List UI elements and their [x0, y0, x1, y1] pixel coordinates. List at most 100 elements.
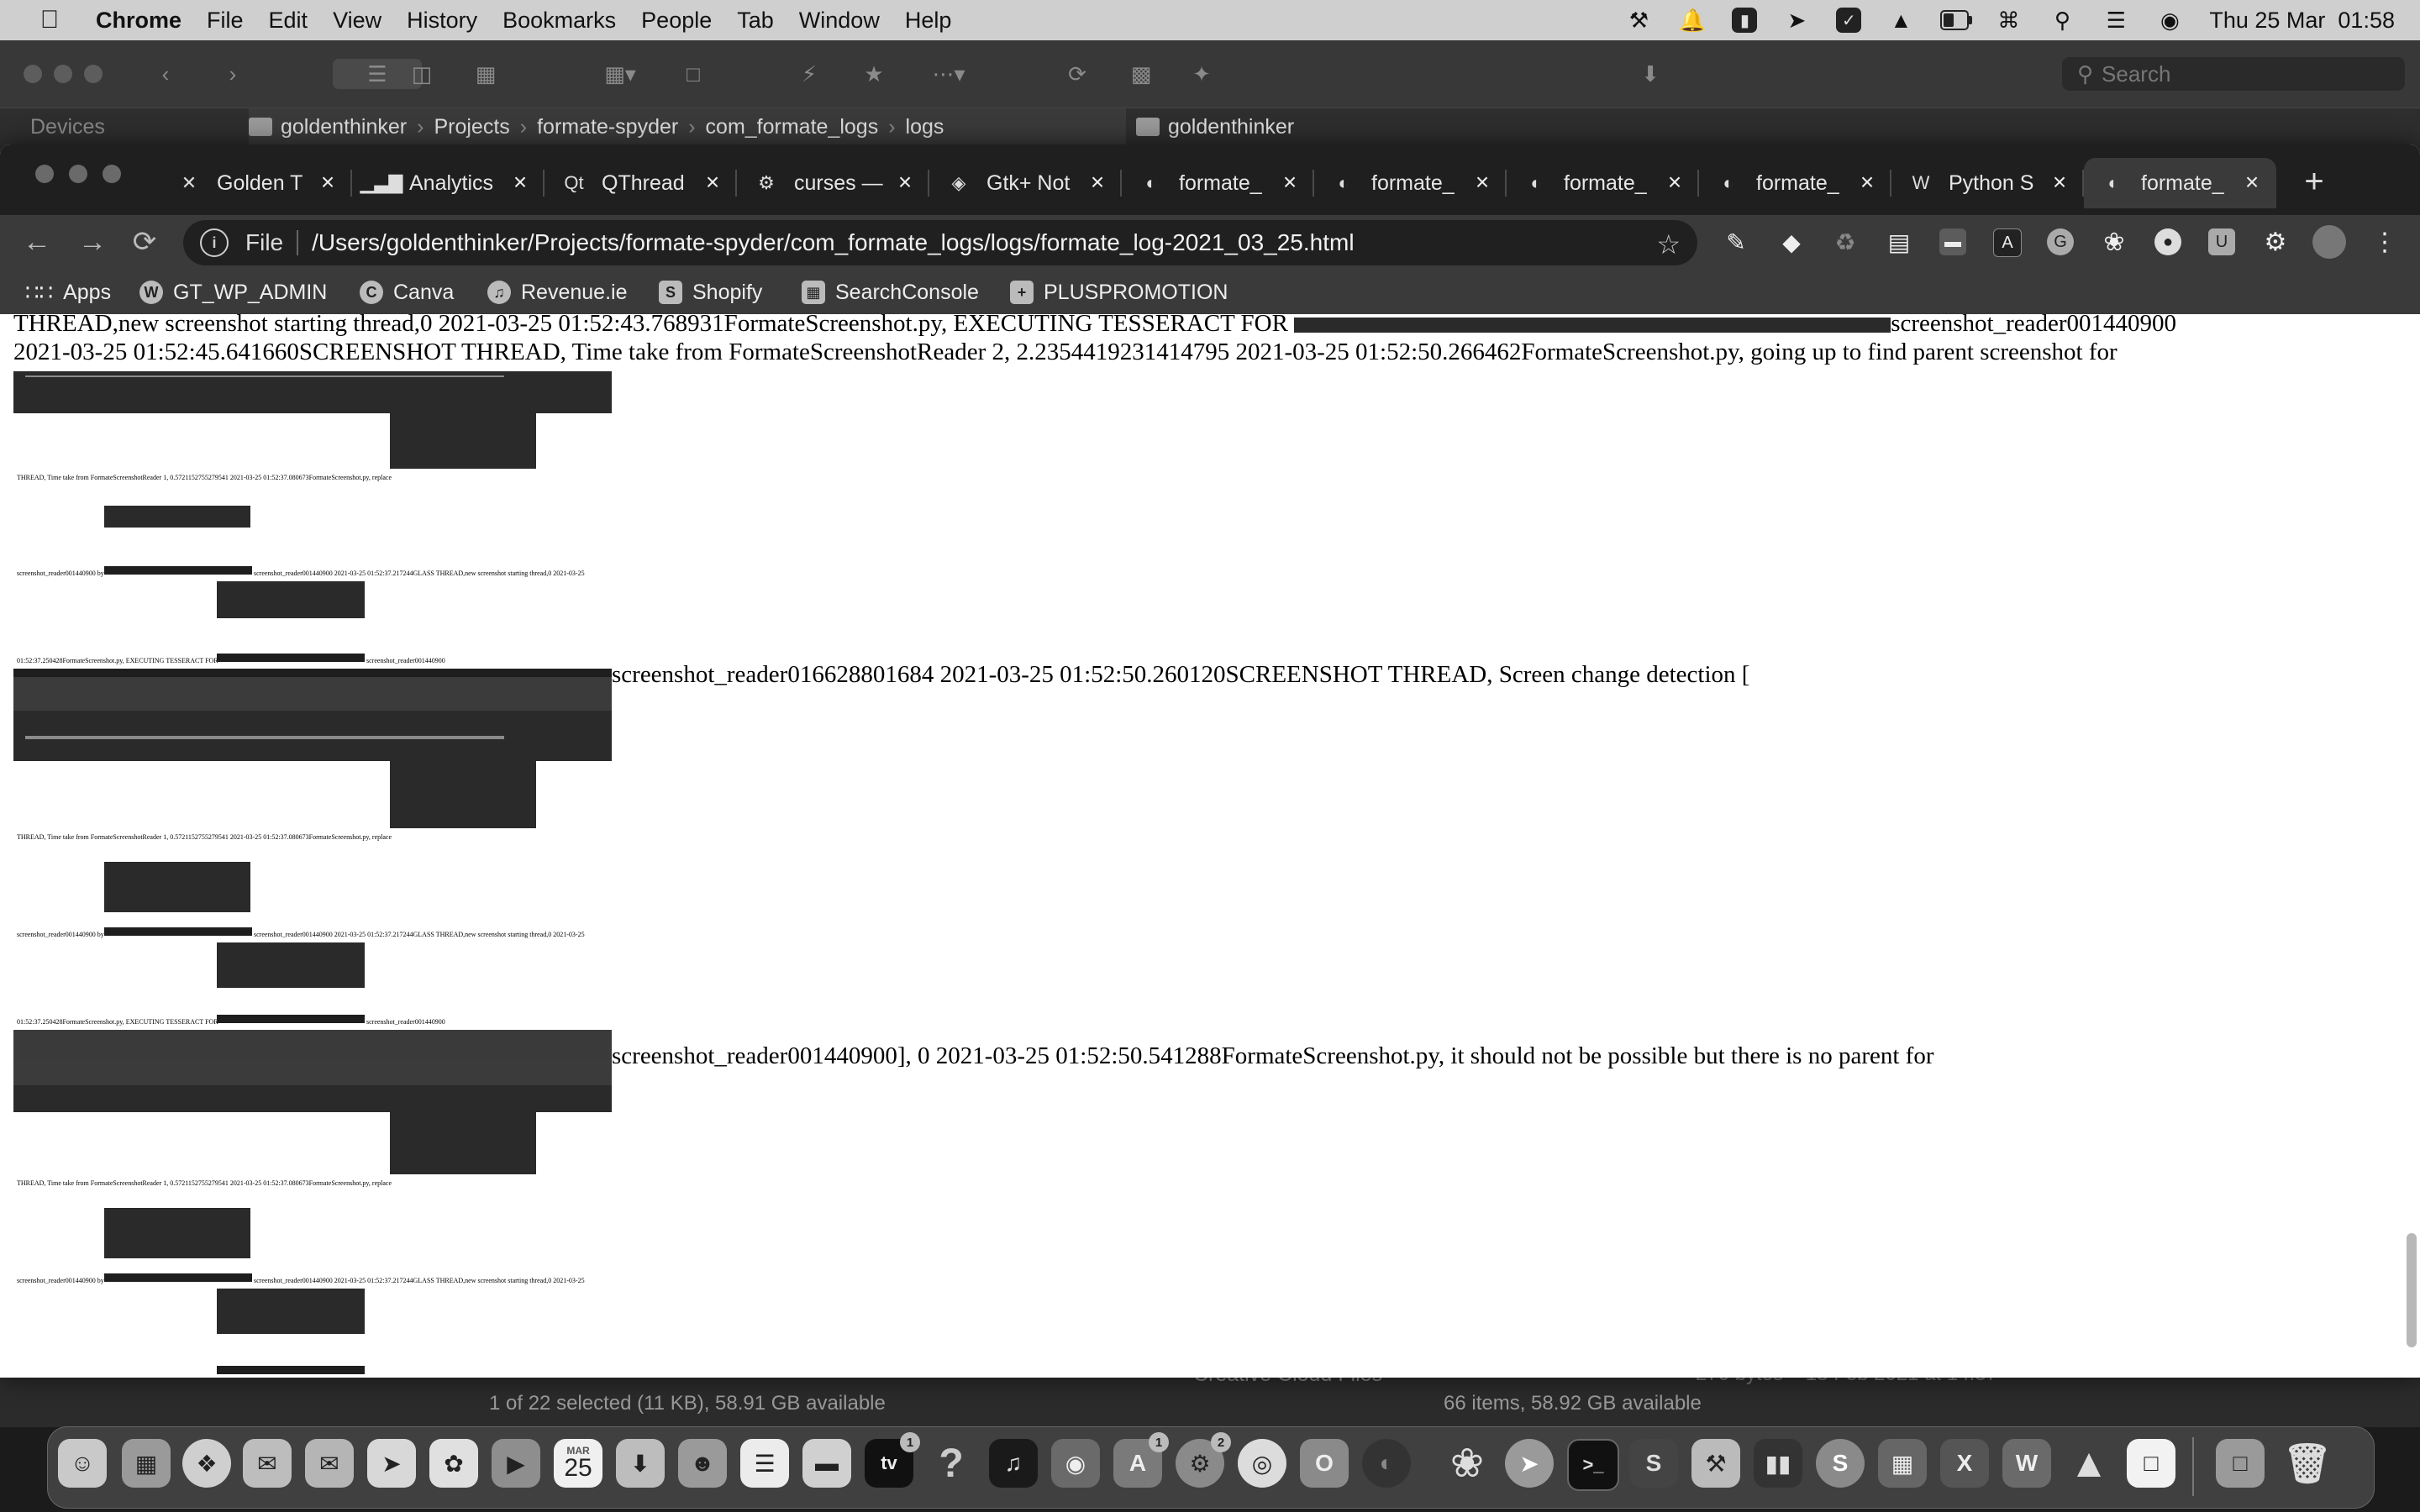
sublime-dock-icon[interactable]: S	[1629, 1439, 1678, 1488]
window-extension-icon[interactable]: ▬	[1939, 228, 1966, 255]
document-dock-icon[interactable]: □	[2127, 1439, 2175, 1488]
launchpad-dock-icon[interactable]: ▦	[122, 1439, 171, 1488]
control-center-icon[interactable]: ☰	[2102, 8, 2130, 33]
tab-close-icon[interactable]: ×	[1470, 169, 1495, 195]
chrome-close-button[interactable]	[35, 165, 54, 183]
text-extension-icon[interactable]: A	[1993, 228, 2022, 257]
breadcrumb-item[interactable]: com_formate_logs	[706, 115, 879, 139]
folder-dock-icon[interactable]: □	[2216, 1439, 2265, 1488]
back-arrow-icon[interactable]: ←	[18, 223, 55, 260]
embedded-screenshot-strip[interactable]	[104, 1273, 252, 1282]
evernote-extension-icon[interactable]: ❀	[2101, 228, 2128, 256]
apple-menu-icon[interactable]: 	[25, 6, 74, 34]
embedded-screenshot-strip[interactable]	[104, 927, 252, 936]
embedded-screenshot[interactable]	[104, 1208, 250, 1258]
embedded-screenshot[interactable]	[13, 371, 612, 413]
pen-extension-icon[interactable]: ✎	[1723, 228, 1749, 255]
reload-icon[interactable]: ⟳	[126, 223, 163, 260]
menu-history[interactable]: History	[407, 8, 477, 34]
tab-close-icon[interactable]: ×	[892, 169, 918, 195]
istat-icon[interactable]: ▮	[1732, 8, 1758, 33]
finder-dock-icon[interactable]: ☺	[58, 1439, 107, 1488]
embedded-screenshot[interactable]	[104, 506, 250, 528]
sync-icon[interactable]: ⟳	[1060, 59, 1094, 89]
embedded-screenshot-strip[interactable]	[217, 654, 365, 662]
notification-bell-icon[interactable]: 🔔	[1678, 8, 1707, 33]
telegram-icon[interactable]: ➤	[1782, 8, 1811, 33]
podcasts-dock-icon[interactable]: ◉	[1051, 1439, 1100, 1488]
outlook-dock-icon[interactable]: O	[1300, 1439, 1349, 1488]
vlc-icon[interactable]: ▲	[1886, 8, 1915, 33]
breadcrumb-item[interactable]: goldenthinker	[281, 115, 407, 139]
calculator-dock-icon[interactable]: ▦	[1878, 1439, 1927, 1488]
terminal-dock-icon[interactable]: >_	[1567, 1439, 1619, 1491]
new-tab-button[interactable]: +	[2296, 163, 2333, 200]
embedded-screenshot-code[interactable]	[390, 413, 536, 469]
menu-people[interactable]: People	[641, 8, 712, 34]
downloads-dock-icon[interactable]: ⬇	[616, 1439, 665, 1488]
reminders-dock-icon[interactable]: ☰	[740, 1439, 789, 1488]
column-view-icon[interactable]: ◫	[405, 59, 439, 89]
istat-dock-icon[interactable]: ▮▮	[1754, 1439, 1802, 1488]
tab-8[interactable]: ◐ formate_ ×	[1699, 158, 1891, 208]
gallery-view-icon[interactable]: ▦	[469, 59, 502, 89]
chrome-minimize-button[interactable]	[69, 165, 87, 183]
chrome-menu-icon[interactable]: ⋮	[2371, 228, 2398, 256]
finder-zoom-button[interactable]	[84, 65, 103, 83]
embedded-dock-strip[interactable]	[13, 1030, 612, 1058]
page-scrollbar-thumb[interactable]	[2407, 1233, 2417, 1347]
bookmark-gt-wp-admin[interactable]: W GT_WP_ADMIN	[139, 279, 327, 306]
calendar-dock-icon[interactable]: MAR 25	[554, 1439, 602, 1488]
mail-dock-icon[interactable]: ✉	[305, 1439, 354, 1488]
tab-close-icon[interactable]: ×	[700, 169, 725, 195]
url-text[interactable]: /Users/goldenthinker/Projects/formate-sp…	[312, 229, 1354, 256]
tab-7[interactable]: ◐ formate_ ×	[1507, 158, 1699, 208]
siri-icon[interactable]: ◉	[2155, 8, 2184, 33]
network-radar-dock-icon[interactable]: ❀	[1443, 1439, 1491, 1488]
bookmark-shopify[interactable]: S Shopify	[659, 279, 762, 306]
tab-1[interactable]: ▁▃▇ Analytics ×	[352, 158, 544, 208]
tab-close-icon[interactable]: ×	[315, 169, 340, 195]
embedded-screenshot[interactable]	[217, 581, 365, 618]
menu-tab[interactable]: Tab	[737, 8, 774, 34]
safari-dock-icon[interactable]: ❖	[182, 1439, 231, 1488]
trash-dock-icon[interactable]: 🗑	[2283, 1439, 2332, 1488]
music-dock-icon[interactable]: ♫	[989, 1439, 1038, 1488]
tab-9[interactable]: W Python S ×	[1891, 158, 2084, 208]
stack-extension-icon[interactable]: ▤	[1886, 228, 1912, 255]
u-extension-icon[interactable]: U	[2208, 228, 2235, 255]
tab-10[interactable]: ◐ formate_ ×	[2084, 158, 2276, 208]
embedded-screenshot-code[interactable]	[390, 761, 536, 828]
favorite-star-icon[interactable]: ★	[857, 59, 891, 89]
facetime-dock-icon[interactable]: ▶	[492, 1439, 540, 1488]
embedded-screenshot-code[interactable]	[390, 1112, 536, 1174]
wifi-icon[interactable]: ⌘	[1994, 8, 2023, 33]
bookmark-star-icon[interactable]: ☆	[1656, 228, 1681, 260]
finder-forward-icon[interactable]: ›	[220, 59, 245, 89]
breadcrumb-item[interactable]: Projects	[434, 115, 509, 139]
photos-dock-icon[interactable]: ✿	[429, 1439, 478, 1488]
tab-close-icon[interactable]: ×	[508, 169, 533, 195]
extensions-puzzle-icon[interactable]: ⚙	[2262, 228, 2289, 256]
grammarly-extension-icon[interactable]: G	[2047, 228, 2074, 255]
tab-5[interactable]: ◐ formate_ ×	[1122, 158, 1314, 208]
tab-close-icon[interactable]: ×	[1854, 169, 1880, 195]
bookmark-revenue[interactable]: ♫ Revenue.ie	[487, 279, 627, 306]
get-info-icon[interactable]: □	[679, 59, 708, 89]
menu-app-name[interactable]: Chrome	[96, 8, 182, 34]
forklift-icon[interactable]: ⚒	[1624, 8, 1653, 33]
breadcrumb-item[interactable]: logs	[906, 115, 944, 139]
maps-dock-icon[interactable]: ➤	[367, 1439, 416, 1488]
contacts-dock-icon[interactable]: ☻	[678, 1439, 727, 1488]
menubar-clock[interactable]: Thu 25 Mar 01:58	[2209, 8, 2395, 34]
embedded-screenshot[interactable]	[104, 862, 250, 912]
embedded-screenshot-strip[interactable]	[1294, 318, 1891, 333]
word-dock-icon[interactable]: W	[2002, 1439, 2051, 1488]
chrome-zoom-button[interactable]	[103, 165, 121, 183]
menu-bookmarks[interactable]: Bookmarks	[502, 8, 616, 34]
terminal-icon[interactable]: ▩	[1124, 59, 1158, 89]
menu-view[interactable]: View	[333, 8, 381, 34]
profile-avatar[interactable]	[2312, 225, 2346, 259]
bookmark-pluspromotion[interactable]: + PLUSPROMOTION	[1010, 279, 1228, 306]
embedded-screenshot[interactable]	[217, 942, 365, 988]
